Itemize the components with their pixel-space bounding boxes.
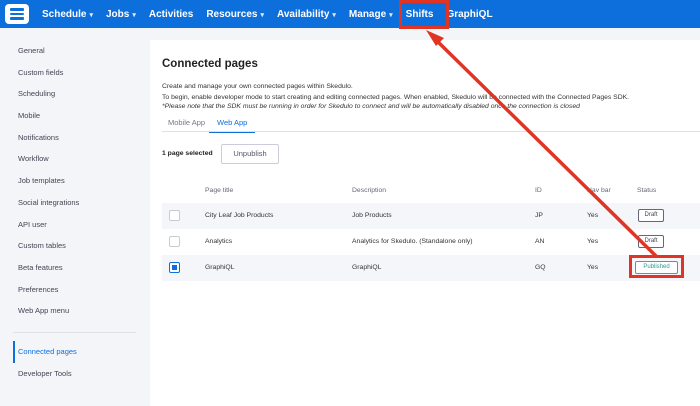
- annotation-arrow: [426, 30, 659, 259]
